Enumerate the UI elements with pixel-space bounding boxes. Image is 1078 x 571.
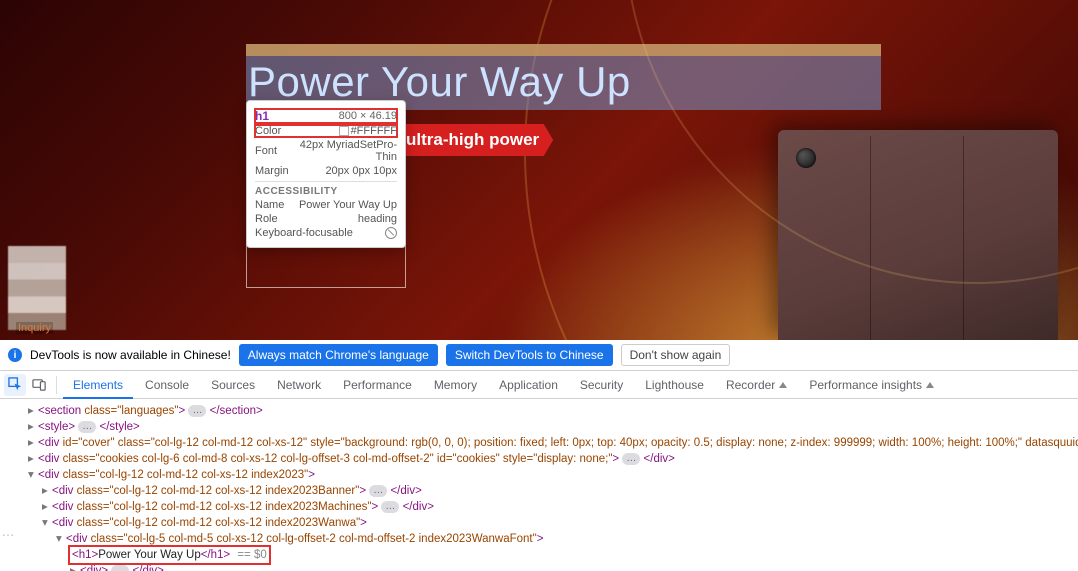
- avatar-label: Inquiry: [16, 322, 53, 334]
- tooltip-font-label: Font: [255, 145, 277, 157]
- experiment-icon: [779, 382, 787, 388]
- ellipsis-icon[interactable]: …: [381, 501, 399, 513]
- dismiss-language-button[interactable]: Don't show again: [621, 344, 731, 366]
- tooltip-margin-label: Margin: [255, 165, 289, 177]
- color-swatch-icon: [339, 126, 349, 136]
- tooltip-margin-value: 20px 0px 10px: [325, 165, 397, 177]
- dom-node[interactable]: ▾<div class="col-lg-12 col-md-12 col-xs-…: [14, 467, 1078, 483]
- dom-node[interactable]: ▾<div class="col-lg-12 col-md-12 col-xs-…: [14, 515, 1078, 531]
- expand-caret-icon[interactable]: ▸: [28, 451, 38, 467]
- dom-node[interactable]: ▸<section class="languages"> … </section…: [14, 403, 1078, 419]
- tooltip-tag: h1: [255, 109, 269, 123]
- breadcrumb-dots-icon: ⋯: [2, 527, 15, 543]
- tab-security[interactable]: Security: [570, 372, 633, 398]
- switch-language-button[interactable]: Switch DevTools to Chinese: [446, 344, 613, 366]
- tooltip-font-value: 42px MyriadSetPro-Thin: [281, 139, 397, 163]
- tab-performance[interactable]: Performance: [333, 372, 422, 398]
- experiment-icon: [926, 382, 934, 388]
- device-toolbar-icon[interactable]: [28, 374, 50, 396]
- product-logo-dot: [796, 148, 816, 168]
- devtools-language-bar: i DevTools is now available in Chinese! …: [0, 340, 1078, 371]
- tab-console[interactable]: Console: [135, 372, 199, 398]
- tab-memory[interactable]: Memory: [424, 372, 487, 398]
- dom-node[interactable]: ▸<div id="cover" class="col-lg-12 col-md…: [14, 435, 1078, 451]
- expand-caret-icon[interactable]: ▸: [42, 499, 52, 515]
- expand-caret-icon[interactable]: ▸: [28, 435, 38, 451]
- collapse-caret-icon[interactable]: ▾: [42, 515, 52, 531]
- devtools-toolbar: Elements Console Sources Network Perform…: [0, 371, 1078, 399]
- collapse-caret-icon[interactable]: ▾: [28, 467, 38, 483]
- tooltip-color-value: #FFFFFF: [339, 125, 397, 137]
- dom-node[interactable]: ▸<div class="col-lg-12 col-md-12 col-xs-…: [14, 499, 1078, 515]
- dom-node[interactable]: ▸<div class="col-lg-12 col-md-12 col-xs-…: [14, 483, 1078, 499]
- expand-caret-icon[interactable]: ▸: [28, 419, 38, 435]
- element-inspector-tooltip: h1 800 × 46.19 Color #FFFFFF Font 42px M…: [246, 100, 406, 248]
- tooltip-a11y-name-label: Name: [255, 199, 284, 211]
- dom-node[interactable]: ▸<div> … </div>: [14, 563, 1078, 571]
- expand-caret-icon[interactable]: ▸: [42, 483, 52, 499]
- tooltip-a11y-role-label: Role: [255, 213, 278, 225]
- expand-caret-icon[interactable]: ▸: [70, 563, 80, 571]
- tab-application[interactable]: Application: [489, 372, 568, 398]
- dom-node[interactable]: ▸<style> … </style>: [14, 419, 1078, 435]
- product-image: [778, 130, 1058, 340]
- not-focusable-icon: [385, 227, 397, 239]
- tab-lighthouse[interactable]: Lighthouse: [635, 372, 714, 398]
- tooltip-a11y-header: ACCESSIBILITY: [255, 186, 397, 197]
- selected-marker: == $0: [234, 549, 267, 561]
- ellipsis-icon[interactable]: …: [111, 565, 129, 571]
- hero-heading: Power Your Way Up: [248, 58, 877, 106]
- avatar-pixelated: [8, 246, 66, 330]
- ellipsis-icon[interactable]: …: [188, 405, 206, 417]
- dom-node[interactable]: ▾<div class="col-lg-5 col-md-5 col-xs-12…: [14, 531, 1078, 547]
- rendered-page: Power Your Way Up ultra-high power h1 80…: [0, 0, 1078, 340]
- tooltip-a11y-role-value: heading: [358, 213, 397, 225]
- expand-caret-icon[interactable]: ▸: [28, 403, 38, 419]
- ellipsis-icon[interactable]: …: [622, 453, 640, 465]
- tooltip-dimensions: 800 × 46.19: [339, 110, 397, 122]
- tab-elements[interactable]: Elements: [63, 372, 133, 398]
- tooltip-a11y-name-value: Power Your Way Up: [299, 199, 397, 211]
- tab-network[interactable]: Network: [267, 372, 331, 398]
- tab-performance-insights[interactable]: Performance insights: [799, 372, 944, 398]
- hero-sub-badge: ultra-high power: [396, 124, 553, 156]
- ellipsis-icon[interactable]: …: [78, 421, 96, 433]
- match-language-button[interactable]: Always match Chrome's language: [239, 344, 438, 366]
- tab-sources[interactable]: Sources: [201, 372, 265, 398]
- tooltip-color-label: Color: [255, 125, 281, 137]
- dom-node-selected[interactable]: <h1>Power Your Way Up</h1> == $0: [14, 547, 1078, 563]
- language-bar-message: DevTools is now available in Chinese!: [30, 348, 231, 362]
- ellipsis-icon[interactable]: …: [369, 485, 387, 497]
- collapse-caret-icon[interactable]: ▾: [56, 531, 66, 547]
- info-icon: i: [8, 348, 22, 362]
- tab-recorder[interactable]: Recorder: [716, 372, 797, 398]
- dom-node[interactable]: ▸<div class="cookies col-lg-6 col-md-8 c…: [14, 451, 1078, 467]
- elements-panel[interactable]: ⋯ ▸<section class="languages"> … </secti…: [0, 399, 1078, 571]
- inspect-element-icon[interactable]: [4, 374, 26, 396]
- tooltip-a11y-kf-label: Keyboard-focusable: [255, 227, 353, 239]
